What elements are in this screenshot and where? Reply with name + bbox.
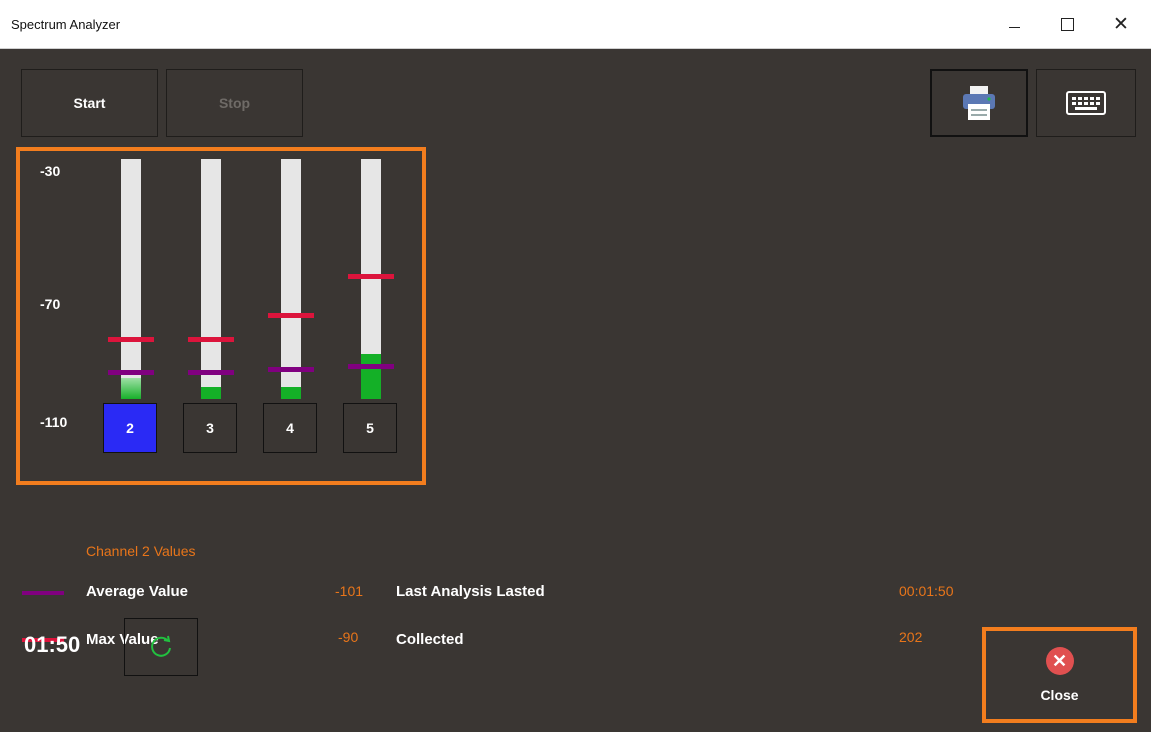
close-button-label: Close — [1040, 687, 1079, 703]
keyboard-icon — [1066, 91, 1106, 115]
elapsed-timer: 01:50 — [24, 632, 81, 657]
channel-5-level-track — [348, 159, 394, 399]
channel-4-level-fill — [281, 387, 301, 399]
channel-3-level-fill — [201, 387, 221, 399]
minimize-button[interactable] — [991, 0, 1037, 48]
close-icon: ✕ — [1113, 13, 1129, 35]
average-value: -101 — [335, 583, 364, 599]
channel-5-max-marker — [348, 274, 394, 279]
channel-meter-panel: -30 -70 -110 2345 — [16, 147, 426, 485]
last-analysis-label: Last Analysis Lasted — [396, 583, 545, 600]
channel-2-max-marker — [108, 337, 154, 342]
channel-4-max-marker — [268, 313, 314, 318]
refresh-icon — [151, 635, 171, 657]
channel-5-average-marker — [348, 364, 394, 369]
y-axis-label-top: -30 — [40, 163, 61, 179]
average-legend-swatch — [22, 591, 64, 595]
window-close-button[interactable]: ✕ — [1098, 0, 1144, 48]
channel-5-button[interactable]: 5 — [343, 403, 397, 453]
max-value: -90 — [338, 629, 359, 645]
close-button[interactable]: ✕ Close — [986, 631, 1133, 719]
window-title: Spectrum Analyzer — [11, 17, 121, 32]
keyboard-button[interactable] — [1036, 69, 1136, 137]
channel-3-button[interactable]: 3 — [183, 403, 237, 453]
channel-4-button[interactable]: 4 — [263, 403, 317, 453]
last-analysis-value: 00:01:50 — [899, 583, 954, 599]
channel-values-heading: Channel 2 Values — [86, 543, 196, 559]
minimize-icon — [1008, 26, 1020, 28]
y-axis-label-bottom: -110 — [40, 414, 68, 430]
stop-button[interactable]: Stop — [166, 69, 303, 137]
channel-4-level-track — [268, 159, 314, 399]
collected-value: 202 — [899, 629, 923, 645]
channel-2-average-marker — [108, 370, 154, 375]
close-button-highlight: ✕ Close — [982, 627, 1137, 723]
channel-4-average-marker — [268, 367, 314, 372]
printer-icon — [963, 86, 995, 120]
channel-3-max-marker — [188, 337, 234, 342]
print-button[interactable] — [930, 69, 1028, 137]
channel-2-button[interactable]: 2 — [103, 403, 157, 453]
collected-label: Collected — [396, 631, 464, 648]
channel-2-level-track — [108, 159, 154, 399]
close-circle-icon: ✕ — [1045, 647, 1074, 675]
channel-2-level-fill — [121, 378, 141, 399]
channel-3-level-track — [188, 159, 234, 399]
maximize-icon — [1060, 17, 1074, 31]
title-bar: Spectrum Analyzer ✕ — [0, 0, 1151, 49]
average-value-label: Average Value — [86, 583, 189, 600]
channel-3-average-marker — [188, 370, 234, 375]
y-axis-label-mid: -70 — [40, 296, 61, 312]
main-area: Start Stop -30 -70 -110 2345 Channel 2 V… — [0, 49, 1151, 732]
maximize-button[interactable] — [1044, 0, 1090, 48]
start-button[interactable]: Start — [21, 69, 158, 137]
channel-5-level-fill — [361, 354, 381, 399]
refresh-button[interactable] — [124, 618, 198, 676]
